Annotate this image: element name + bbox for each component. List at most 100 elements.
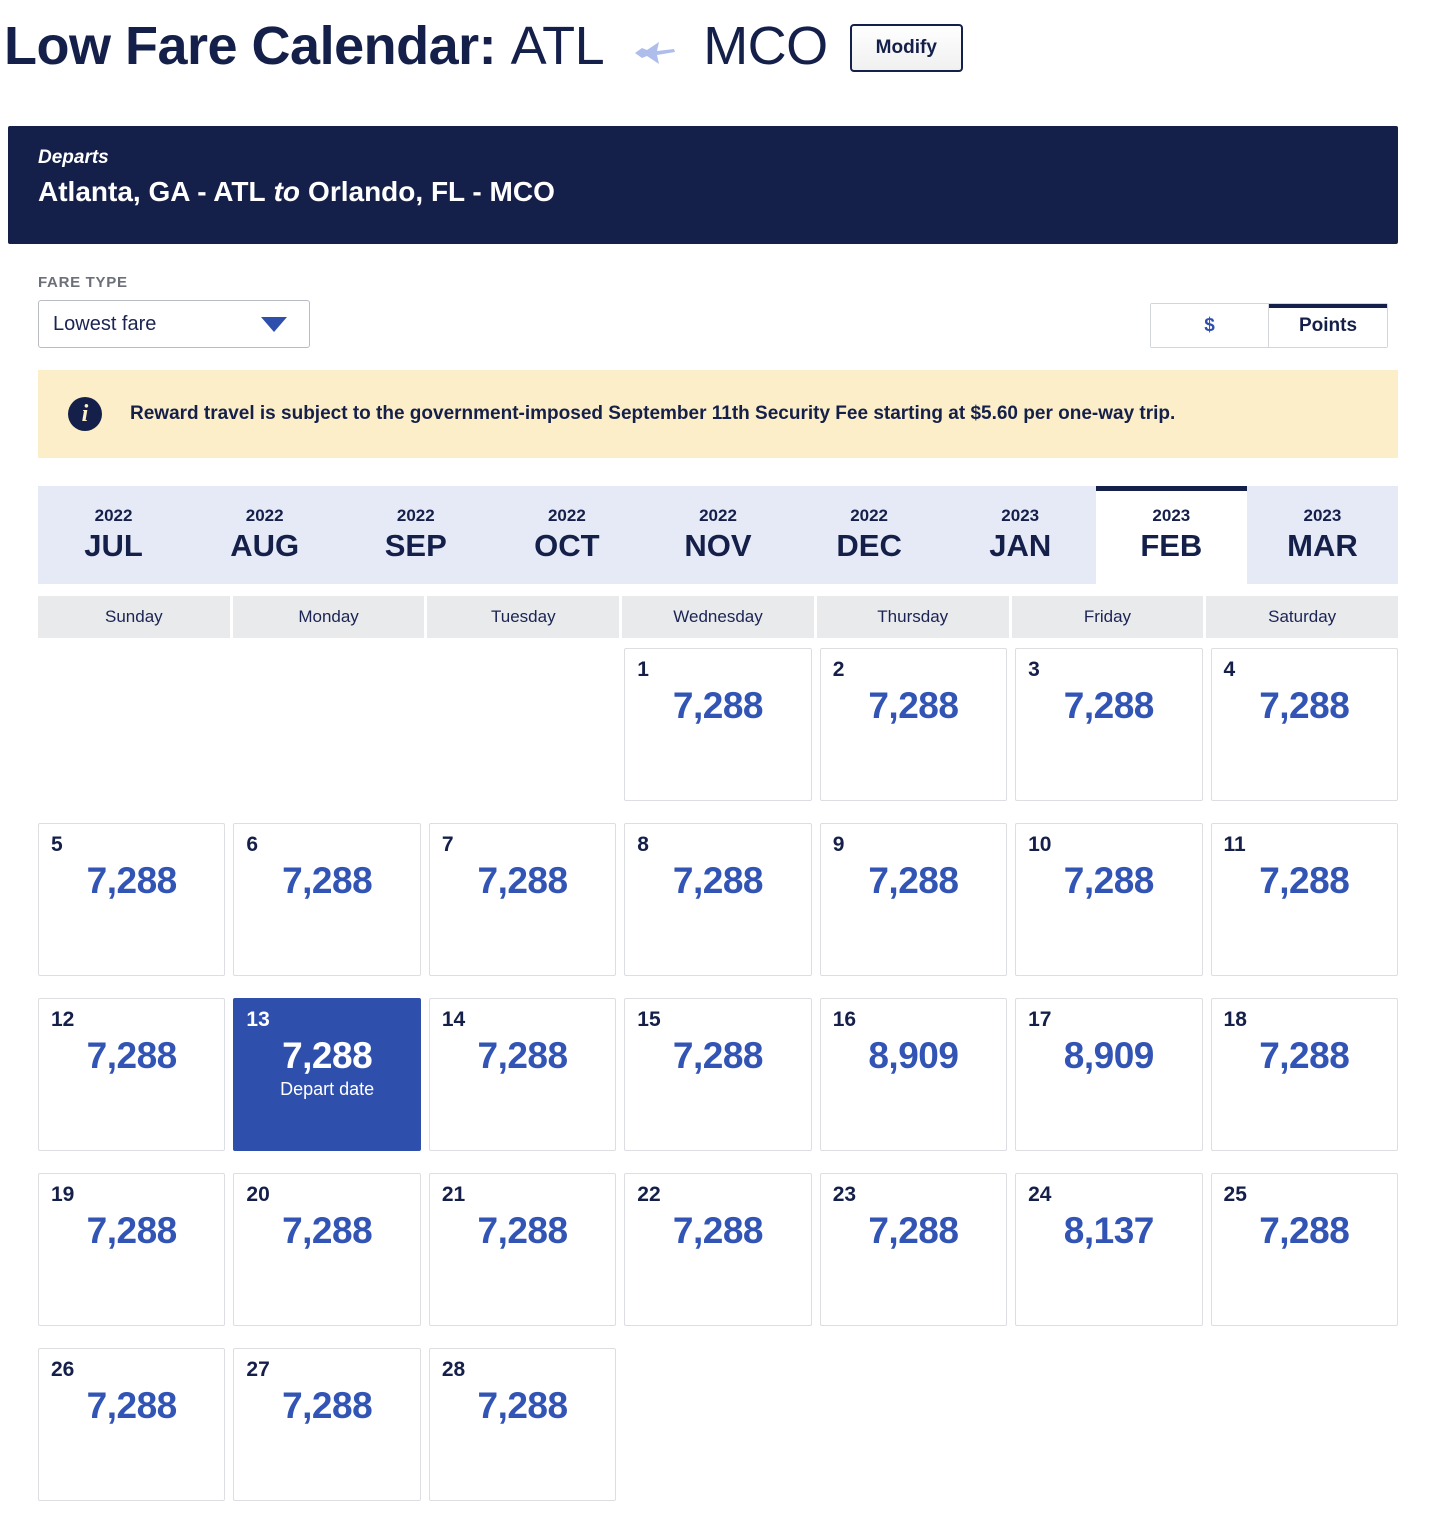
calendar-cell: 1 7,288 (624, 648, 812, 823)
calendar-day-2[interactable]: 2 7,288 (819, 648, 1008, 801)
day-number: 10 (1028, 833, 1052, 856)
month-tab-year: 2022 (850, 506, 889, 526)
calendar-day-28[interactable]: 28 7,288 (428, 1348, 617, 1501)
calendar-day-4[interactable]: 4 7,288 (1210, 648, 1398, 801)
month-tab-feb[interactable]: 2023 FEB (1095, 486, 1247, 584)
info-message: Reward travel is subject to the governme… (130, 403, 1176, 424)
departs-label: Departs (38, 147, 109, 168)
calendar-cell (1015, 1348, 1202, 1523)
day-number: 2 (832, 658, 845, 681)
modify-button[interactable]: Modify (849, 24, 963, 72)
fare-type-select[interactable]: Lowest fare (38, 300, 310, 348)
calendar-day-21[interactable]: 21 7,288 (428, 1173, 617, 1326)
weekday-header-thursday: Thursday (816, 596, 1012, 638)
calendar-cell: 12 7,288 (38, 998, 226, 1173)
day-number: 25 (1223, 1183, 1247, 1206)
day-fare-points: 7,288 (1063, 860, 1155, 901)
month-tab-nov[interactable]: 2022 NOV (642, 486, 794, 584)
calendar-cell: 14 7,288 (428, 998, 617, 1173)
calendar-day-empty (38, 648, 225, 801)
month-tab-aug[interactable]: 2022 AUG (189, 486, 341, 584)
controls-row: FARE TYPE Lowest fare $ Points (38, 266, 1388, 348)
day-fare-points: 7,288 (868, 685, 959, 726)
chevron-down-icon (261, 316, 287, 332)
fare-calendar-grid: 1 7,288 2 7,288 3 7,288 4 7,288 5 7,288 6 7,288 7 7,2… (38, 648, 1398, 1523)
calendar-day-8[interactable]: 8 7,288 (624, 823, 812, 976)
weekday-header: Sunday Monday Tuesday Wednesday Thursday Frid… (38, 596, 1399, 638)
calendar-day-10[interactable]: 10 7,288 (1015, 823, 1203, 976)
calendar-cell: 2 7,288 (819, 648, 1008, 823)
calendar-day-27[interactable]: 27 7,288 (233, 1348, 421, 1501)
calendar-day-12[interactable]: 12 7,288 (38, 998, 226, 1151)
day-fare-points: 7,288 (86, 1035, 178, 1076)
calendar-week-row: 5 7,288 6 7,288 7 7,288 8 7,288 9 7,288 10 7,288 11 7… (38, 823, 1398, 998)
calendar-day-1[interactable]: 1 7,288 (624, 648, 812, 801)
month-tab-mar[interactable]: 2023 MAR (1246, 486, 1398, 584)
calendar-week-row: 1 7,288 2 7,288 3 7,288 4 7,288 (38, 648, 1398, 823)
month-tab-dec[interactable]: 2022 DEC (793, 486, 945, 584)
calendar-day-23[interactable]: 23 7,288 (819, 1173, 1008, 1326)
calendar-day-19[interactable]: 19 7,288 (38, 1173, 226, 1326)
day-fare-points: 7,288 (672, 1210, 764, 1251)
day-number: 15 (637, 1008, 661, 1031)
calendar-day-24[interactable]: 24 8,137 (1015, 1173, 1203, 1326)
calendar-day-16[interactable]: 16 8,909 (819, 998, 1008, 1151)
day-fare-points: 7,288 (868, 860, 959, 901)
calendar-day-25[interactable]: 25 7,288 (1210, 1173, 1398, 1326)
calendar-day-15[interactable]: 15 7,288 (624, 998, 812, 1151)
day-number: 26 (51, 1358, 75, 1381)
currency-toggle: $ Points (1150, 303, 1388, 348)
day-fare-points: 7,288 (86, 1385, 178, 1426)
currency-tab-points[interactable]: Points (1269, 304, 1387, 347)
calendar-cell (820, 1348, 1007, 1523)
calendar-day-9[interactable]: 9 7,288 (819, 823, 1008, 976)
day-fare-points: 7,288 (1259, 1035, 1350, 1076)
weekday-header-sunday: Sunday (38, 596, 233, 638)
calendar-day-20[interactable]: 20 7,288 (233, 1173, 421, 1326)
calendar-day-13[interactable]: 13 7,288 Depart date (233, 998, 421, 1151)
destination-code: MCO (703, 16, 828, 77)
month-tab-year: 2023 (1152, 506, 1191, 526)
calendar-cell: 24 8,137 (1015, 1173, 1203, 1348)
calendar-day-18[interactable]: 18 7,288 (1210, 998, 1398, 1151)
calendar-day-26[interactable]: 26 7,288 (38, 1348, 226, 1501)
day-number: 22 (637, 1183, 661, 1206)
calendar-cell: 25 7,288 (1210, 1173, 1398, 1348)
calendar-day-17[interactable]: 17 8,909 (1015, 998, 1203, 1151)
month-tab-jul[interactable]: 2022 JUL (38, 486, 190, 584)
calendar-cell (624, 1348, 811, 1523)
month-tab-name: MAR (1287, 528, 1358, 564)
month-tab-sep[interactable]: 2022 SEP (340, 486, 492, 584)
calendar-cell: 10 7,288 (1015, 823, 1203, 998)
day-number: 11 (1223, 833, 1246, 856)
month-tab-year: 2022 (699, 506, 737, 526)
day-fare-points: 7,288 (672, 860, 764, 901)
calendar-cell: 26 7,288 (38, 1348, 226, 1523)
currency-tab-dollar[interactable]: $ (1151, 304, 1269, 347)
month-tab-oct[interactable]: 2022 OCT (491, 486, 643, 584)
calendar-day-empty (1015, 1348, 1202, 1501)
month-tab-jan[interactable]: 2023 JAN (944, 486, 1096, 584)
calendar-cell: 4 7,288 (1210, 648, 1398, 823)
origin-code: ATL (510, 16, 605, 77)
day-fare-points: 7,288 (86, 860, 178, 901)
fare-type-group: FARE TYPE Lowest fare (38, 274, 310, 348)
calendar-day-empty (429, 648, 616, 801)
calendar-day-14[interactable]: 14 7,288 (428, 998, 617, 1151)
weekday-header-tuesday: Tuesday (427, 596, 623, 638)
calendar-cell (1211, 1348, 1398, 1523)
day-fare-points: 7,288 (477, 1035, 569, 1076)
calendar-day-22[interactable]: 22 7,288 (624, 1173, 812, 1326)
calendar-day-11[interactable]: 11 7,288 (1210, 823, 1398, 976)
calendar-cell: 6 7,288 (233, 823, 421, 998)
day-fare-points: 7,288 (477, 860, 569, 901)
calendar-day-3[interactable]: 3 7,288 (1015, 648, 1203, 801)
day-number: 1 (637, 658, 649, 681)
day-fare-points: 7,288 (1259, 1210, 1350, 1251)
calendar-day-5[interactable]: 5 7,288 (38, 823, 226, 976)
calendar-day-6[interactable]: 6 7,288 (233, 823, 421, 976)
calendar-day-7[interactable]: 7 7,288 (428, 823, 617, 976)
calendar-cell (429, 648, 616, 823)
day-number: 13 (246, 1008, 270, 1031)
calendar-day-empty (233, 648, 420, 801)
